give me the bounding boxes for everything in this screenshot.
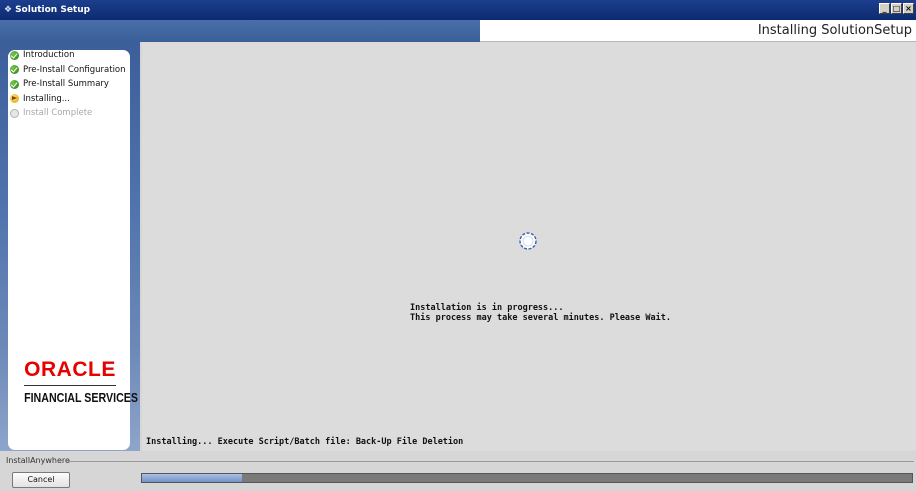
footer-divider (68, 461, 914, 462)
progress-message-line-1: Installation is in progress... (410, 303, 564, 313)
check-icon (10, 79, 19, 89)
spinner-icon (519, 232, 537, 250)
step-label: Pre-Install Configuration (23, 64, 126, 75)
window-title: Solution Setup (15, 5, 91, 15)
arrow-right-icon (10, 94, 19, 104)
logo-subtitle: FINANCIAL SERVICES (24, 390, 139, 405)
status-text: Installing... Execute Script/Batch file:… (146, 437, 464, 447)
close-button[interactable]: × (903, 3, 914, 14)
progress-message-line-2: This process may take several minutes. P… (410, 313, 671, 323)
footer: InstallAnywhere Cancel (0, 451, 916, 491)
step-install-complete: Install Complete (10, 106, 126, 121)
progress-bar (141, 473, 913, 483)
minimize-button[interactable]: _ (879, 3, 890, 14)
logo-divider (24, 385, 116, 386)
progress-bar-fill (142, 474, 243, 482)
logo-brand: ORACLE (24, 358, 116, 381)
oracle-logo: ORACLE FINANCIAL SERVICES (14, 358, 139, 405)
header-panel: Installing SolutionSetup (480, 20, 916, 42)
window-controls: _ □ × (879, 3, 914, 14)
step-introduction: Introduction (10, 48, 126, 63)
step-pre-install-configuration: Pre-Install Configuration (10, 63, 126, 78)
step-pre-install-summary: Pre-Install Summary (10, 77, 126, 92)
app-icon: ❖ (4, 5, 13, 15)
step-installing: Installing... (10, 92, 126, 107)
step-label: Installing... (23, 93, 70, 104)
installanywhere-label: InstallAnywhere (6, 456, 70, 465)
title-bar: ❖ Solution Setup _ □ × (0, 0, 916, 20)
page-title: Installing SolutionSetup (757, 23, 912, 38)
step-label: Introduction (23, 50, 75, 61)
step-label: Install Complete (23, 108, 93, 119)
step-list: Introduction Pre-Install Configuration P… (10, 48, 126, 121)
check-icon (10, 50, 19, 60)
progress-message: Installation is in progress... This proc… (410, 303, 671, 323)
pending-circle-icon (10, 108, 19, 118)
cancel-button[interactable]: Cancel (12, 472, 70, 488)
maximize-button[interactable]: □ (891, 3, 902, 14)
step-label: Pre-Install Summary (23, 79, 109, 90)
check-icon (10, 65, 19, 75)
